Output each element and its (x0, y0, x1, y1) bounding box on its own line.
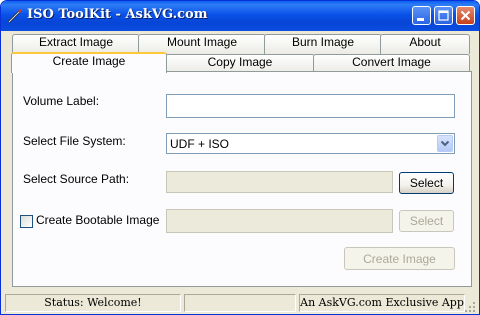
tab-about[interactable]: About (380, 34, 470, 54)
tab-extract-image[interactable]: Extract Image (12, 34, 140, 54)
volume-label-input[interactable] (166, 94, 455, 118)
status-credit: An AskVG.com Exclusive App (299, 294, 465, 312)
client-area: Extract Image Mount Image Burn Image Abo… (4, 31, 476, 293)
file-system-value: UDF + ISO (170, 137, 230, 151)
source-path-input (166, 171, 393, 193)
tab-burn-image[interactable]: Burn Image (264, 34, 382, 54)
file-system-caption: Select File System: (23, 134, 126, 148)
status-message: Status: Welcome! (5, 294, 181, 312)
tab-create-image[interactable]: Create Image (11, 52, 167, 73)
status-spacer (184, 294, 296, 312)
window-title: ISO ToolKit - AskVG.com (27, 7, 208, 22)
create-image-panel: Volume Label: Select File System: UDF + … (12, 71, 472, 287)
maximize-icon (438, 10, 449, 21)
status-bar: Status: Welcome! An AskVG.com Exclusive … (4, 293, 476, 313)
tab-mount-image[interactable]: Mount Image (138, 34, 266, 54)
dropdown-arrow-button[interactable] (437, 135, 453, 152)
select-bootable-button: Select (399, 210, 454, 232)
close-button[interactable] (456, 6, 475, 25)
bootable-path-input (166, 209, 393, 233)
bootable-caption: Create Bootable Image (36, 213, 160, 227)
select-source-button[interactable]: Select (399, 172, 454, 194)
minimize-icon (417, 18, 424, 21)
app-window: ISO ToolKit - AskVG.com Extract Image Mo… (0, 0, 480, 315)
maximize-button[interactable] (434, 6, 453, 25)
close-icon (460, 10, 471, 21)
volume-label-caption: Volume Label: (23, 94, 100, 108)
minimize-button[interactable] (412, 6, 431, 25)
tab-convert-image[interactable]: Convert Image (313, 54, 470, 72)
create-image-button: Create Image (344, 247, 455, 270)
source-path-caption: Select Source Path: (23, 172, 130, 186)
chevron-down-icon (440, 140, 450, 147)
pencil-wand-icon (8, 9, 22, 23)
file-system-select[interactable]: UDF + ISO (166, 133, 455, 154)
bootable-checkbox[interactable] (20, 215, 33, 228)
resize-grip-icon[interactable] (464, 301, 476, 313)
title-bar[interactable]: ISO ToolKit - AskVG.com (1, 1, 479, 31)
tab-copy-image[interactable]: Copy Image (165, 54, 315, 72)
